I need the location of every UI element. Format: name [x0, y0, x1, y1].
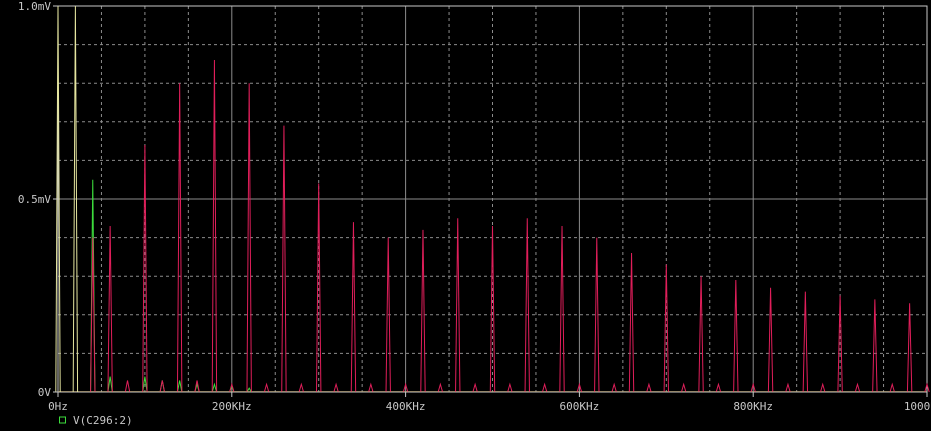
x-tick-label: 200KHz — [212, 400, 252, 413]
spectrum-plot: 0V 0.5mV 1.0mV 0Hz 200KHz 400KHz 600KHz 800KHz… — [0, 0, 931, 431]
x-tick-label: 1000KHz — [904, 400, 931, 413]
x-tick-label: 800KHz — [733, 400, 773, 413]
y-tick-label: 0.5mV — [18, 193, 51, 206]
y-tick-label: 1.0mV — [18, 0, 51, 13]
y-tick-label: 0V — [38, 386, 52, 399]
x-tick-label: 600KHz — [560, 400, 600, 413]
x-tick-label: 0Hz — [48, 400, 68, 413]
legend-label: V(C296:2) — [73, 414, 133, 427]
x-tick-label: 400KHz — [386, 400, 426, 413]
plot-background — [0, 0, 931, 431]
